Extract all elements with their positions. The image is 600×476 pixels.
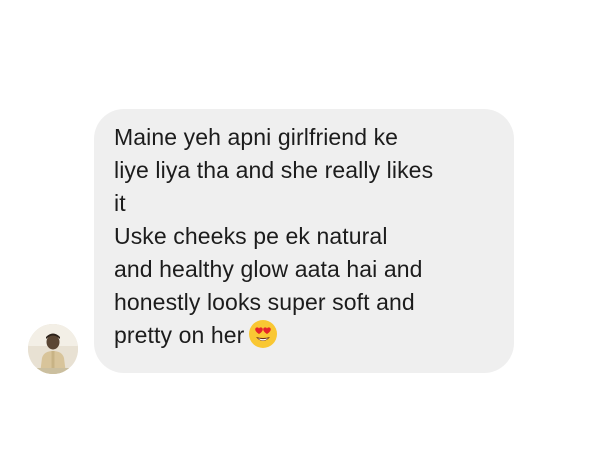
profile-photo [28,324,78,374]
chat-message-row: Maine yeh apni girlfriend ke liye liya t… [0,0,600,476]
message-bubble[interactable]: Maine yeh apni girlfriend ke liye liya t… [94,109,514,373]
heart-eyes-emoji-icon [248,319,278,349]
message-text: Maine yeh apni girlfriend ke liye liya t… [114,124,434,349]
avatar[interactable] [28,324,78,374]
